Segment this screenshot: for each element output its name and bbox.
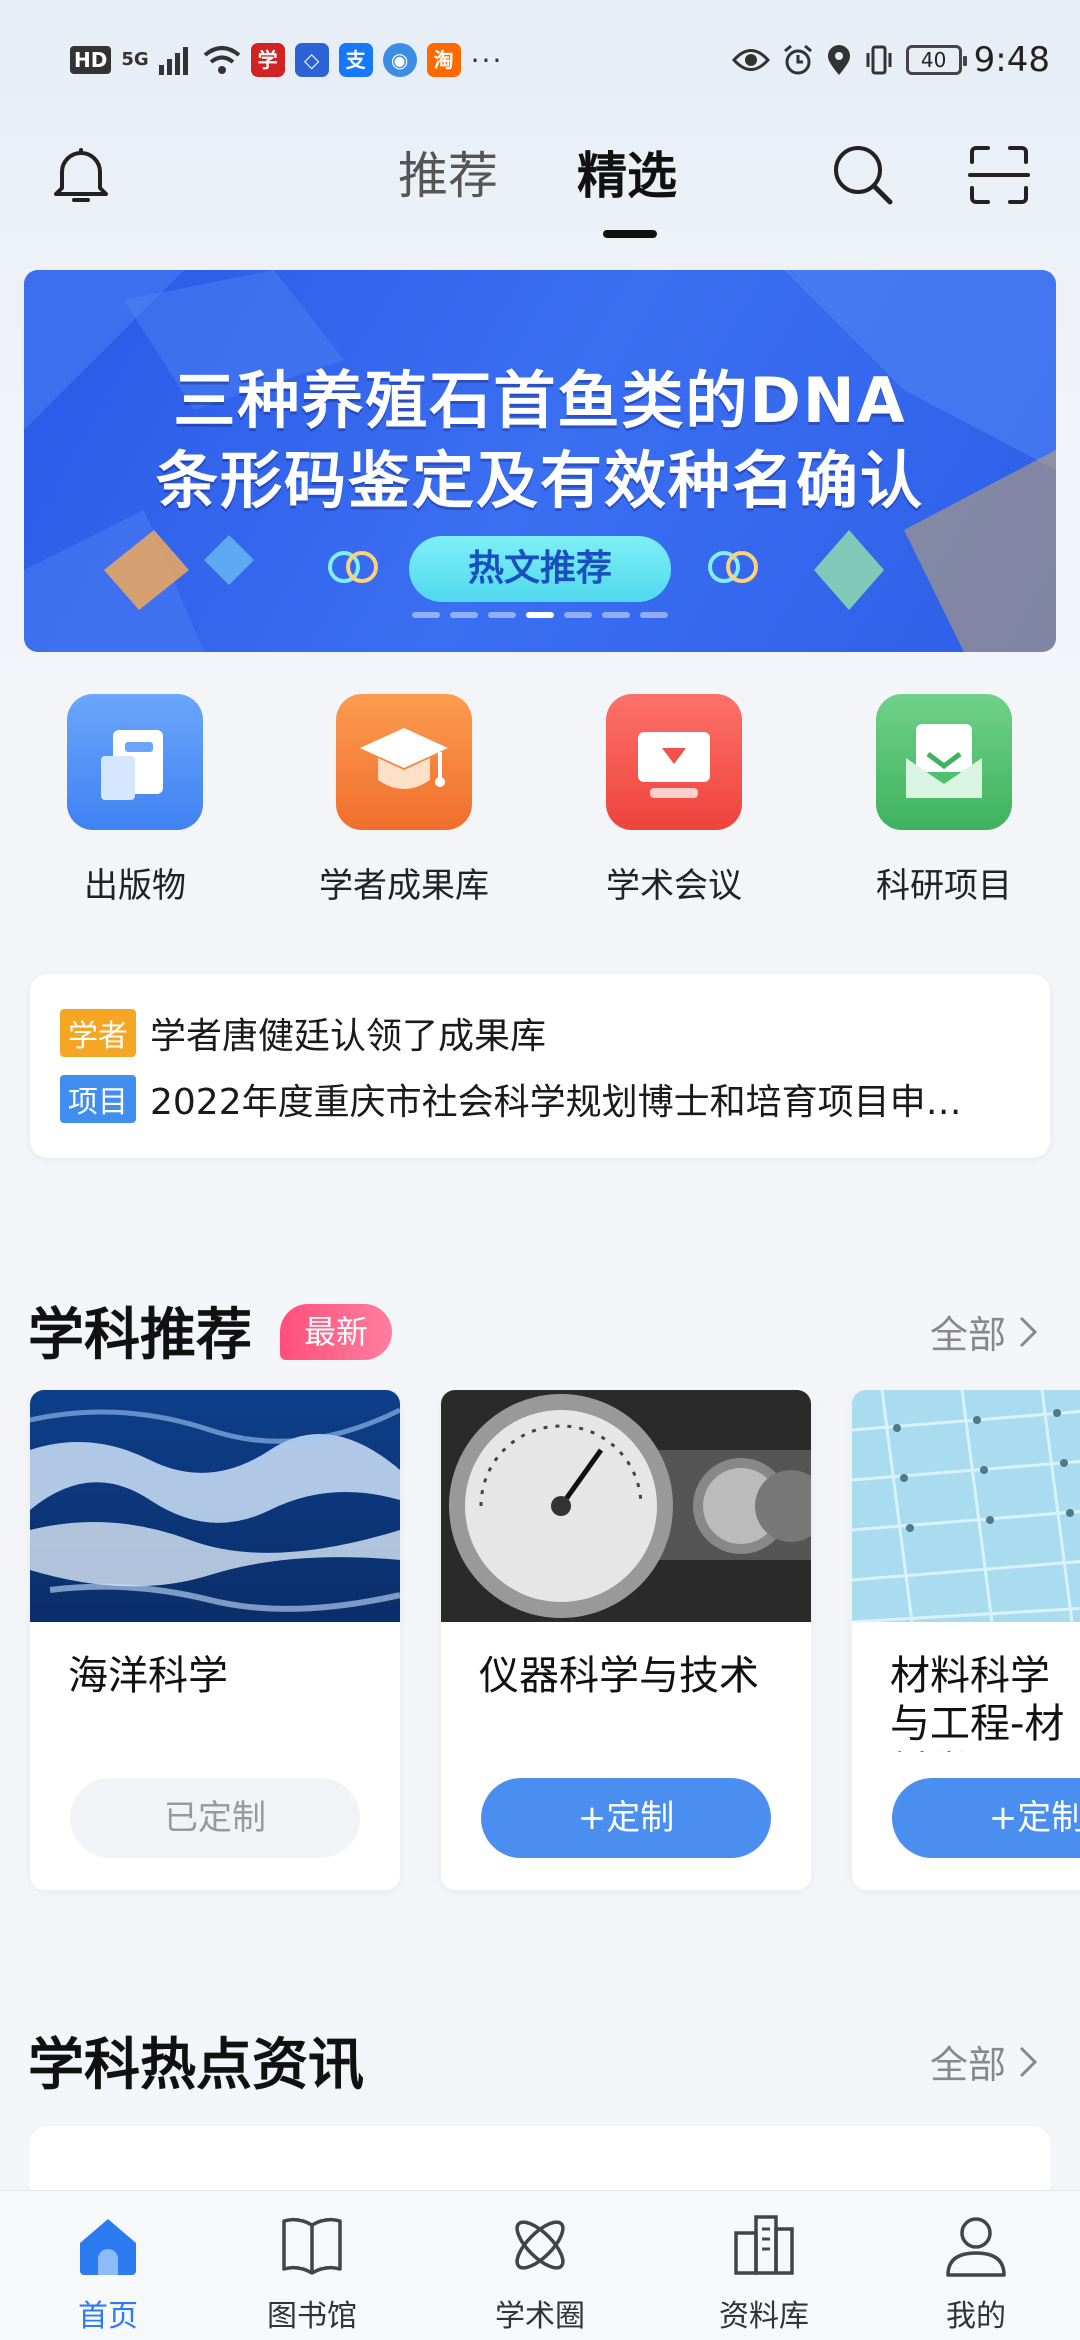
carousel-dot[interactable] (602, 612, 630, 618)
nav-home[interactable]: 首页 (0, 2207, 216, 2337)
feed-tabs: 推荐 精选 (0, 120, 1080, 250)
quick-entries: 出版物 学者成果库 学术会议 科研项目 (0, 690, 1080, 920)
quick-entry-research-projects[interactable]: 科研项目 (834, 690, 1054, 920)
chevron-right-icon (1019, 2046, 1038, 2077)
app-notification-icon: 学 (250, 43, 285, 77)
carousel-dot[interactable] (564, 612, 592, 618)
carousel-dot[interactable] (450, 612, 478, 618)
subject-title: 仪器科学与技术 (479, 1653, 759, 1699)
signal-icon (158, 47, 188, 75)
carousel-dot[interactable] (526, 612, 554, 618)
nav-profile[interactable]: 我的 (868, 2207, 1080, 2337)
tab-featured[interactable]: 精选 (577, 136, 677, 208)
more-notifications: ··· (470, 43, 504, 77)
view-all-label: 全部 (929, 2043, 1006, 2087)
wifi-icon (203, 46, 240, 74)
quick-entry-label: 科研项目 (876, 866, 1012, 906)
quick-entry-scholar-results[interactable]: 学者成果库 (294, 690, 514, 920)
news-ticker[interactable]: 学者 学者唐健廷认领了成果库 项目 2022年度重庆市社会科学规划博士和培育项目… (30, 974, 1050, 1158)
alarm-icon (783, 44, 812, 75)
nav-label: 我的 (946, 2299, 1006, 2334)
battery-indicator: 40 (905, 45, 967, 75)
home-icon (80, 2219, 136, 2275)
subject-title: 海洋科学 (68, 1653, 228, 1699)
tab-indicator (603, 230, 657, 238)
subscribe-button[interactable]: +定制 (481, 1778, 771, 1858)
search-icon[interactable] (830, 142, 896, 208)
view-all-label: 全部 (929, 1313, 1006, 1357)
taobao-icon: 淘 (426, 43, 461, 77)
chevron-right-icon (1019, 1316, 1038, 1347)
hero-banner[interactable]: 三种养殖石首鱼类的DNA 条形码鉴定及有效种名确认 热文推荐 (24, 270, 1056, 652)
status-left: HD 5G 学 ◇ 支 ◉ 淘 ··· (70, 40, 503, 80)
new-badge: 最新 (280, 1304, 393, 1360)
eye-icon (731, 49, 770, 71)
vibrate-icon (866, 45, 892, 75)
subject-title: 材料科学与工程-材料学 (890, 1653, 1065, 1752)
material-structure-image (852, 1390, 1080, 1622)
database-icon (734, 2215, 794, 2275)
status-right: 40 9:48 (731, 38, 1050, 82)
carousel-dot[interactable] (640, 612, 668, 618)
atom-icon (515, 2220, 565, 2270)
ticker-tag: 学者 (60, 1009, 136, 1057)
nav-academic-circle[interactable]: 学术圈 (432, 2207, 648, 2337)
nav-label: 图书馆 (267, 2299, 357, 2334)
carousel-dot[interactable] (488, 612, 516, 618)
pressure-gauge-image (441, 1390, 811, 1622)
subject-card-list[interactable]: 海洋科学 已定制 仪器科学与技术 +定制 材料科学与工程-材 +定制 (0, 1390, 1080, 1900)
banner-title-line2: 条形码鉴定及有效种名确认 (155, 444, 924, 517)
status-bar: HD 5G 学 ◇ 支 ◉ 淘 ··· 40 9:48 (0, 0, 1080, 120)
alipay-icon: 支 (338, 43, 373, 77)
subject-card[interactable]: 仪器科学与技术 +定制 (441, 1390, 811, 1890)
banner-pill-label: 热文推荐 (409, 536, 671, 602)
quick-entry-label: 出版物 (84, 866, 186, 906)
scan-icon[interactable] (966, 142, 1032, 208)
ticker-text: 学者唐健廷认领了成果库 (150, 1016, 547, 1057)
tab-recommend[interactable]: 推荐 (398, 136, 498, 208)
project-icon (876, 694, 1012, 830)
ocean-image (30, 1390, 400, 1622)
clock: 9:48 (973, 40, 1050, 80)
quick-entry-publications[interactable]: 出版物 (25, 690, 245, 920)
banner-title-line1: 三种养殖石首鱼类的DNA (173, 364, 907, 437)
ticker-item[interactable]: 学者 学者唐健廷认领了成果库 (60, 1008, 1010, 1058)
section-title: 学科推荐 (28, 1303, 252, 1368)
browser-icon: ◉ (382, 43, 417, 77)
publication-icon (67, 694, 203, 830)
book-icon (282, 2217, 342, 2275)
carousel-dot[interactable] (412, 612, 440, 618)
conference-icon (606, 694, 742, 830)
bottom-navigation: 首页 图书馆 学术圈 资料库 我的 (0, 2190, 1080, 2340)
nav-label: 学术圈 (495, 2299, 585, 2334)
app-notification-icon: ◇ (294, 43, 329, 77)
hd-badge: HD (70, 46, 112, 74)
subject-card[interactable]: 海洋科学 已定制 (30, 1390, 400, 1890)
section-title: 学科热点资讯 (28, 2033, 364, 2098)
quick-entry-conferences[interactable]: 学术会议 (564, 690, 784, 920)
subject-section-header: 学科推荐 最新 全部 (0, 1282, 1080, 1368)
network-label: 5G (121, 49, 149, 70)
top-header: 推荐 精选 (0, 120, 1080, 250)
nav-database[interactable]: 资料库 (656, 2207, 872, 2337)
nav-label: 资料库 (719, 2299, 809, 2334)
graduation-cap-icon (336, 694, 472, 830)
profile-icon (946, 2217, 1006, 2277)
nav-label: 首页 (78, 2299, 138, 2334)
ticker-tag: 项目 (60, 1075, 136, 1123)
subject-card[interactable]: 材料科学与工程-材料学 +定制 (852, 1390, 1080, 1890)
hot-section-header: 学科热点资讯 全部 (0, 2012, 1080, 2098)
ticker-text: 2022年度重庆市社会科学规划博士和培育项目申… (150, 1082, 962, 1123)
ticker-item[interactable]: 项目 2022年度重庆市社会科学规划博士和培育项目申… (60, 1074, 1010, 1124)
carousel-dots (24, 612, 1056, 618)
quick-entry-label: 学术会议 (606, 866, 742, 906)
quick-entry-label: 学者成果库 (319, 866, 489, 906)
view-all-link[interactable]: 全部 (930, 1304, 1038, 1359)
subscribed-button[interactable]: 已定制 (70, 1778, 360, 1858)
subscribe-button[interactable]: +定制 (892, 1778, 1080, 1858)
location-icon (827, 45, 850, 75)
nav-library[interactable]: 图书馆 (204, 2207, 420, 2337)
view-all-link[interactable]: 全部 (930, 2034, 1038, 2089)
